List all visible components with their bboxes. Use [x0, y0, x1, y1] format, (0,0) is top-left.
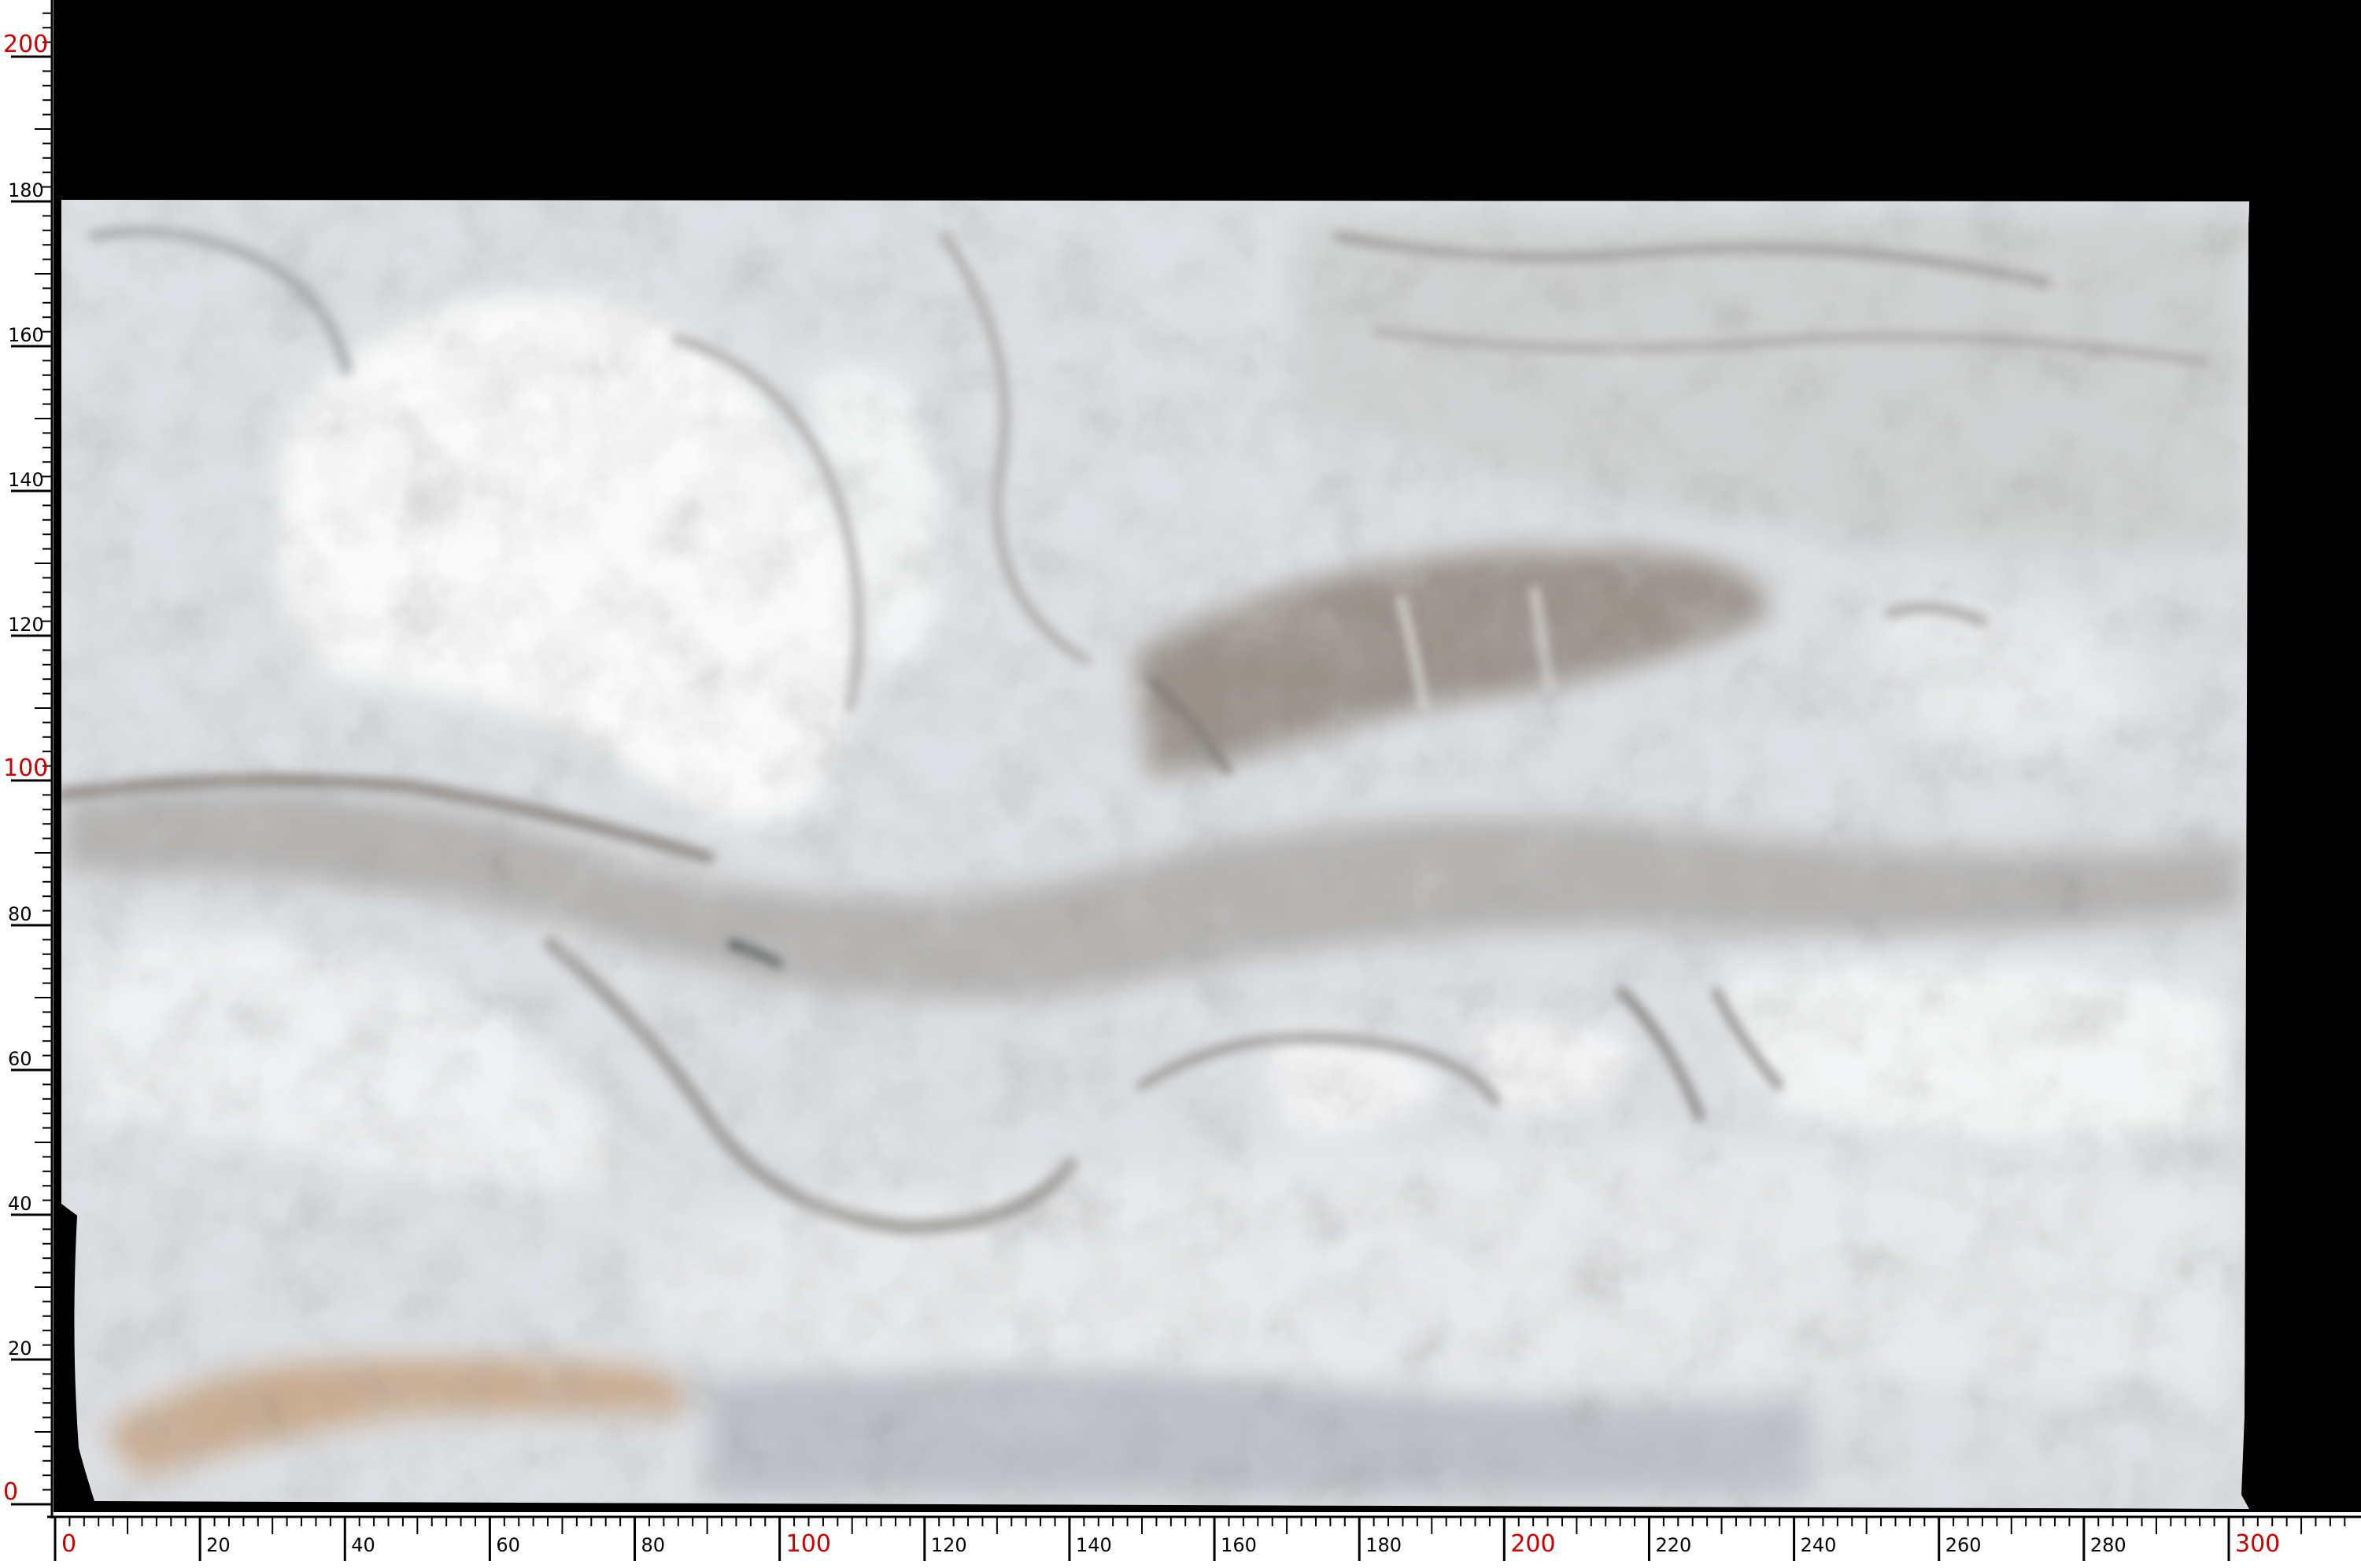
left-ruler-label: 20	[8, 1337, 32, 1360]
marble-slab	[61, 200, 2249, 1509]
left-ruler-label: 60	[8, 1048, 32, 1070]
left-ruler-label: 180	[8, 179, 44, 201]
bottom-ruler-label: 220	[1655, 1534, 1691, 1556]
bottom-ruler-label: 40	[351, 1534, 375, 1556]
bottom-ruler-label: 60	[496, 1534, 520, 1556]
bottom-ruler-label: 160	[1221, 1534, 1257, 1556]
bottom-ruler-label: 260	[1945, 1534, 1982, 1556]
marble-slab-photo: 0 20 40 60 80 100 120 140 160 180 200 220 240 260 280 3…	[0, 0, 2361, 1568]
left-ruler-label: 0	[3, 1478, 18, 1506]
bottom-ruler-label: 280	[2090, 1534, 2126, 1556]
bottom-ruler-label: 120	[931, 1534, 967, 1556]
left-ruler-label: 200	[3, 31, 48, 58]
left-ruler-label: 40	[8, 1193, 32, 1215]
bottom-ruler-label: 240	[1801, 1534, 1837, 1556]
bottom-ruler-label: 100	[786, 1530, 831, 1558]
bottom-ruler-label: 300	[2235, 1530, 2280, 1558]
left-ruler-strip	[0, 0, 54, 1568]
bottom-ruler-label: 180	[1365, 1534, 1402, 1556]
bottom-ruler-label: 0	[61, 1530, 76, 1558]
left-ruler-label: 100	[3, 754, 48, 782]
bottom-ruler-label: 140	[1076, 1534, 1112, 1556]
bottom-ruler-label: 20	[206, 1534, 231, 1556]
bottom-ruler-label: 80	[641, 1534, 666, 1556]
left-ruler-label: 160	[8, 324, 44, 346]
left-ruler-label: 80	[8, 903, 32, 925]
bottom-ruler-label: 200	[1510, 1530, 1555, 1558]
left-ruler-label: 140	[8, 469, 44, 491]
left-ruler-label: 120	[8, 614, 44, 636]
